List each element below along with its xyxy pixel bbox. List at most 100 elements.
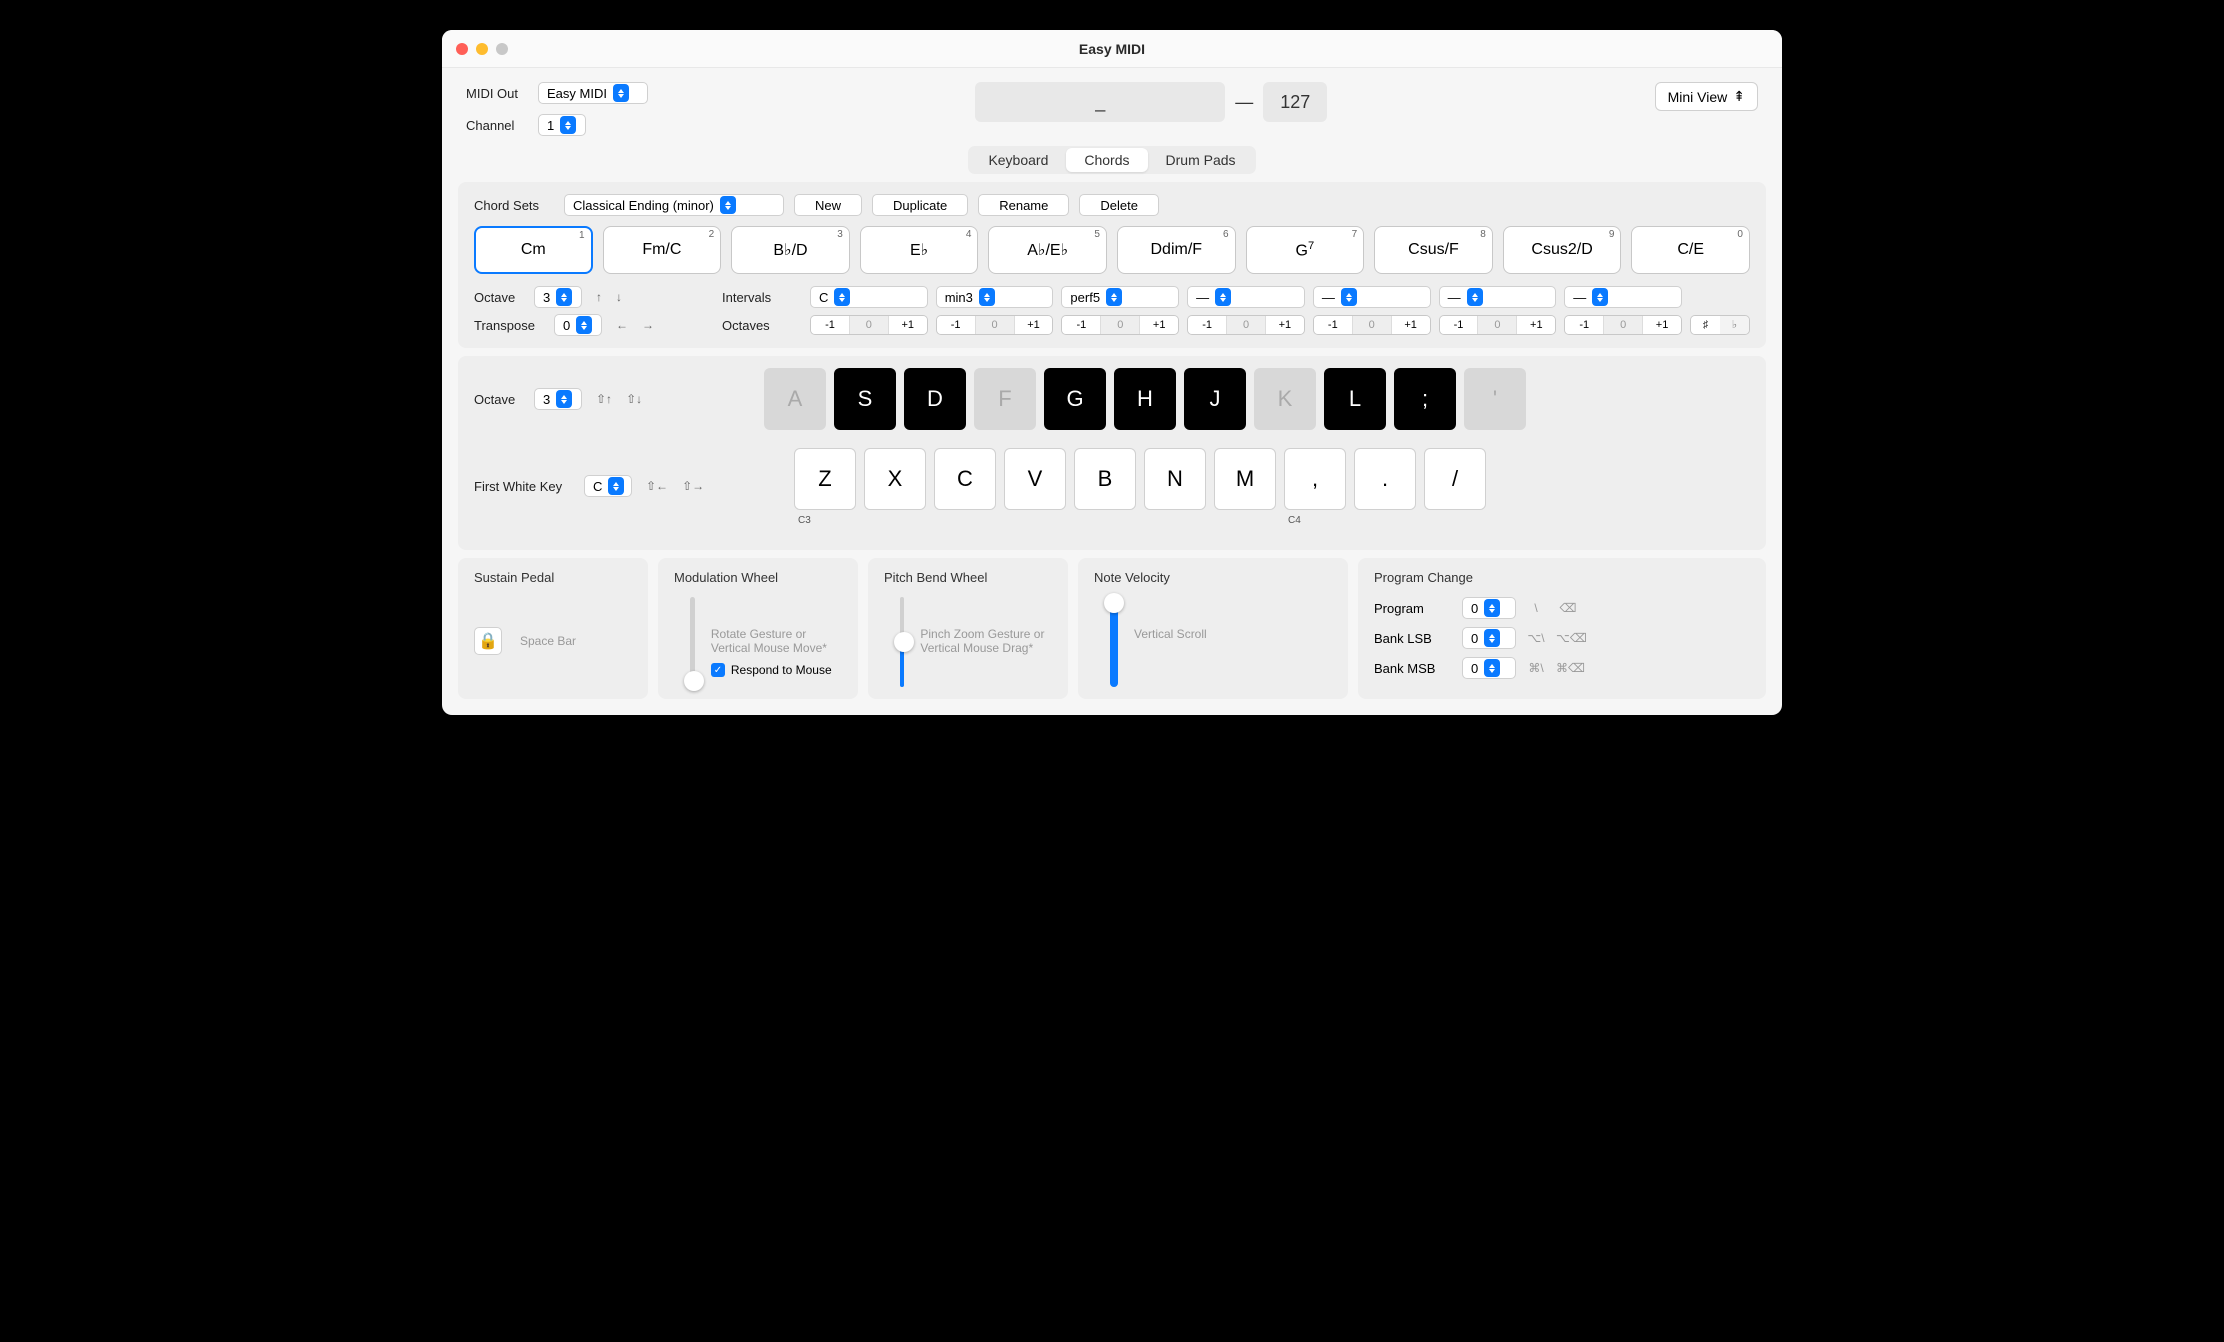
window-title: Easy MIDI: [442, 41, 1782, 57]
chord-pad-9[interactable]: Csus2/D9: [1503, 226, 1622, 274]
key-G[interactable]: G: [1044, 368, 1106, 430]
duplicate-button[interactable]: Duplicate: [872, 194, 968, 216]
main-tabs: Keyboard Chords Drum Pads: [968, 146, 1255, 174]
chord-pad-8[interactable]: Csus/F8: [1374, 226, 1493, 274]
key-B[interactable]: B: [1074, 448, 1136, 510]
interval-3-select[interactable]: —: [1187, 286, 1305, 308]
delete-button[interactable]: Delete: [1079, 194, 1159, 216]
octave-stepper-0[interactable]: -10+1: [810, 315, 928, 335]
tab-chords[interactable]: Chords: [1066, 148, 1147, 172]
arrow-up-icon[interactable]: ↑: [596, 290, 602, 304]
chord-pad-7[interactable]: G77: [1246, 226, 1365, 274]
intervals-label: Intervals: [722, 290, 802, 305]
program-change-card: Program Change Program0\⌫Bank LSB0⌥\⌥⌫Ba…: [1358, 558, 1766, 699]
chord-pad-0[interactable]: C/E0: [1631, 226, 1750, 274]
app-window: Easy MIDI MIDI Out Easy MIDI Channel 1 _…: [442, 30, 1782, 715]
velocity-display: 127: [1263, 82, 1327, 122]
octave-stepper-2[interactable]: -10+1: [1061, 315, 1179, 335]
respond-to-mouse-checkbox[interactable]: ✓: [711, 663, 725, 677]
interval-1-select[interactable]: min3: [936, 286, 1054, 308]
chevron-updown-icon: [560, 116, 576, 134]
dash-separator: —: [1235, 92, 1253, 113]
channel-select[interactable]: 1: [538, 114, 586, 136]
key-H[interactable]: H: [1114, 368, 1176, 430]
chord-pad-5[interactable]: A♭/E♭5: [988, 226, 1107, 274]
first-white-key-select[interactable]: C: [584, 475, 632, 497]
shift-down-icon[interactable]: ⇧↓: [626, 392, 642, 406]
kb-octave-label: Octave: [474, 392, 524, 407]
interval-5-select[interactable]: —: [1439, 286, 1557, 308]
key-S[interactable]: S: [834, 368, 896, 430]
shift-right-icon[interactable]: ⇧→: [682, 479, 704, 493]
midi-out-select[interactable]: Easy MIDI: [538, 82, 648, 104]
octave-stepper-6[interactable]: -10+1: [1564, 315, 1682, 335]
chord-set-select[interactable]: Classical Ending (minor): [564, 194, 784, 216]
bank lsb-select[interactable]: 0: [1462, 627, 1516, 649]
octave-stepper-1[interactable]: -10+1: [936, 315, 1054, 335]
chord-pad-1[interactable]: Cm1: [474, 226, 593, 274]
chevron-updown-icon: [613, 84, 629, 102]
titlebar: Easy MIDI: [442, 30, 1782, 68]
octaves-label: Octaves: [722, 318, 802, 333]
key-D[interactable]: D: [904, 368, 966, 430]
key-J[interactable]: J: [1184, 368, 1246, 430]
key-C[interactable]: C: [934, 448, 996, 510]
key-A[interactable]: A: [764, 368, 826, 430]
key-,[interactable]: ,: [1284, 448, 1346, 510]
key-M[interactable]: M: [1214, 448, 1276, 510]
interval-6-select[interactable]: —: [1564, 286, 1682, 308]
chevron-updown-icon: [556, 288, 572, 306]
arrow-right-icon[interactable]: →: [642, 318, 654, 332]
close-icon[interactable]: [456, 43, 468, 55]
chord-pad-6[interactable]: Ddim/F6: [1117, 226, 1236, 274]
key-X[interactable]: X: [864, 448, 926, 510]
sharp-flat-toggle[interactable]: ♯♭: [1690, 315, 1750, 335]
octave-stepper-3[interactable]: -10+1: [1187, 315, 1305, 335]
program-select[interactable]: 0: [1462, 597, 1516, 619]
chord-pad-3[interactable]: B♭/D3: [731, 226, 850, 274]
arrow-down-icon[interactable]: ↓: [616, 290, 622, 304]
mini-view-button[interactable]: Mini View ⇞: [1655, 82, 1758, 111]
key-V[interactable]: V: [1004, 448, 1066, 510]
pitch-bend-slider[interactable]: [900, 597, 904, 687]
modulation-slider[interactable]: [690, 597, 695, 687]
key-K[interactable]: K: [1254, 368, 1316, 430]
octave-stepper-5[interactable]: -10+1: [1439, 315, 1557, 335]
sustain-lock-button[interactable]: 🔒: [474, 627, 502, 655]
key-/[interactable]: /: [1424, 448, 1486, 510]
arrow-left-icon[interactable]: ←: [616, 318, 628, 332]
chord-pad-2[interactable]: Fm/C2: [603, 226, 722, 274]
tab-drum-pads[interactable]: Drum Pads: [1148, 148, 1254, 172]
tab-keyboard[interactable]: Keyboard: [970, 148, 1066, 172]
kb-octave-select[interactable]: 3: [534, 388, 582, 410]
zoom-icon[interactable]: [496, 43, 508, 55]
pitch-bend-card: Pitch Bend Wheel Pinch Zoom Gesture or V…: [868, 558, 1068, 699]
key-F[interactable]: F: [974, 368, 1036, 430]
shift-left-icon[interactable]: ⇧←: [646, 479, 668, 493]
octave-stepper-4[interactable]: -10+1: [1313, 315, 1431, 335]
interval-0-select[interactable]: C: [810, 286, 928, 308]
sustain-card: Sustain Pedal 🔒 Space Bar: [458, 558, 648, 699]
key-Z[interactable]: Z: [794, 448, 856, 510]
midi-out-label: MIDI Out: [466, 86, 528, 101]
new-button[interactable]: New: [794, 194, 862, 216]
chord-pad-4[interactable]: E♭4: [860, 226, 979, 274]
rename-button[interactable]: Rename: [978, 194, 1069, 216]
octave-select[interactable]: 3: [534, 286, 582, 308]
velocity-slider[interactable]: [1110, 597, 1118, 687]
velocity-card: Note Velocity Vertical Scroll: [1078, 558, 1348, 699]
key-'[interactable]: ': [1464, 368, 1526, 430]
shift-up-icon[interactable]: ⇧↑: [596, 392, 612, 406]
first-white-key-label: First White Key: [474, 479, 574, 494]
interval-2-select[interactable]: perf5: [1061, 286, 1179, 308]
keyboard-panel: Octave 3 ⇧↑ ⇧↓ ASDFGHJKL;' First White K…: [458, 356, 1766, 550]
bank msb-select[interactable]: 0: [1462, 657, 1516, 679]
key-N[interactable]: N: [1144, 448, 1206, 510]
interval-4-select[interactable]: —: [1313, 286, 1431, 308]
octave-label: Octave: [474, 290, 524, 305]
minimize-icon[interactable]: [476, 43, 488, 55]
transpose-select[interactable]: 0: [554, 314, 602, 336]
key-.[interactable]: .: [1354, 448, 1416, 510]
key-;[interactable]: ;: [1394, 368, 1456, 430]
key-L[interactable]: L: [1324, 368, 1386, 430]
